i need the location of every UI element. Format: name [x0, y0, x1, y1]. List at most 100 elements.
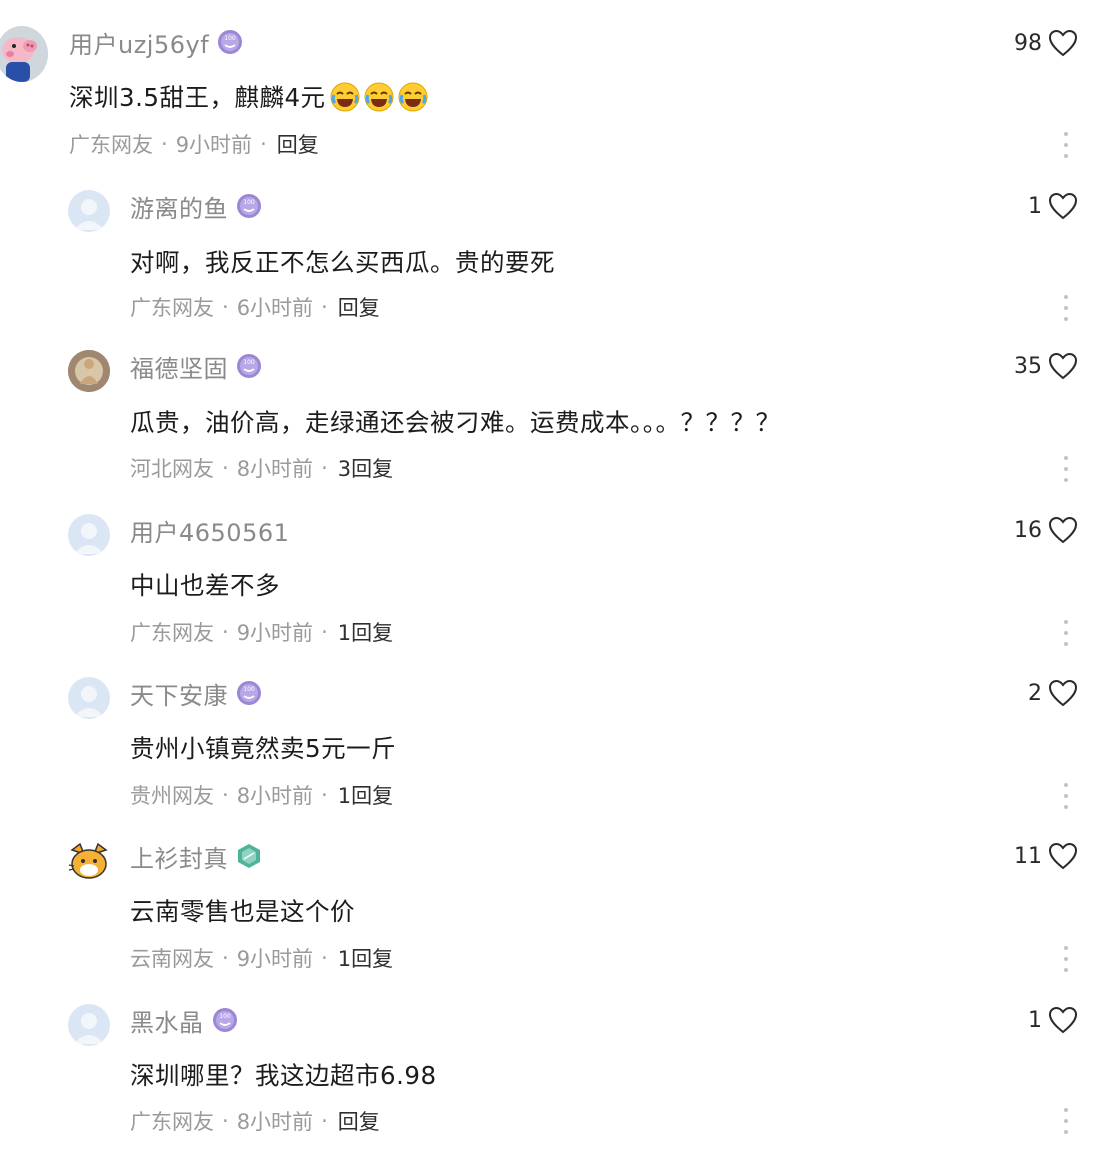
- like-button[interactable]: 11: [1014, 836, 1078, 876]
- more-options-icon[interactable]: [1062, 783, 1070, 809]
- level-badge-icon: 100: [212, 1007, 238, 1033]
- reply-button[interactable]: 3回复: [338, 453, 393, 483]
- level-badge-icon: 100: [236, 193, 262, 219]
- cartoon-cat-avatar-icon: [68, 842, 108, 879]
- meta-separator: ·: [222, 456, 229, 480]
- reply-button[interactable]: 回复: [277, 129, 319, 159]
- timestamp: 8小时前: [236, 784, 314, 808]
- like-button[interactable]: 35: [1014, 346, 1078, 386]
- avatar[interactable]: [68, 677, 110, 719]
- timestamp: 8小时前: [236, 1110, 314, 1134]
- like-count: 35: [1014, 353, 1042, 379]
- like-count: 16: [1014, 517, 1042, 543]
- meta-separator: ·: [222, 946, 229, 970]
- timestamp: 6小时前: [236, 296, 314, 320]
- avatar[interactable]: [68, 514, 110, 556]
- meta-separator: ·: [321, 620, 328, 644]
- username[interactable]: 用户uzj56yf: [69, 25, 209, 60]
- like-count: 1: [1028, 1007, 1042, 1033]
- comment-text: 对啊，我反正不怎么买西瓜。贵的要死: [130, 248, 555, 277]
- svg-text:100: 100: [243, 359, 255, 366]
- username[interactable]: 游离的鱼: [130, 189, 228, 224]
- heart-icon: [1048, 192, 1078, 220]
- laugh-cry-emoji-icon: [398, 82, 428, 112]
- meta-separator: ·: [321, 946, 328, 970]
- svg-text:100: 100: [224, 35, 236, 42]
- location: 河北网友: [130, 457, 214, 481]
- default-avatar-icon: [74, 199, 104, 230]
- comment-meta: 广东网友 · 6小时前 · 回复: [130, 292, 380, 322]
- default-avatar-icon: [74, 686, 104, 717]
- meta-separator: ·: [321, 295, 328, 319]
- avatar[interactable]: [68, 1004, 110, 1046]
- location: 广东网友: [130, 621, 214, 645]
- heart-icon: [1048, 352, 1078, 380]
- level-badge-icon: 100: [236, 680, 262, 706]
- comment-text: 云南零售也是这个价: [130, 897, 355, 926]
- more-options-icon[interactable]: [1062, 1108, 1070, 1134]
- location: 广东网友: [130, 1110, 214, 1134]
- comment-text: 中山也差不多: [130, 571, 280, 600]
- level-badge-icon: [236, 843, 262, 869]
- more-options-icon[interactable]: [1062, 295, 1070, 321]
- like-button[interactable]: 16: [1014, 510, 1078, 550]
- comment-meta: 广东网友 · 8小时前 · 回复: [130, 1106, 380, 1136]
- buddha-statue-avatar-icon: [68, 350, 110, 392]
- like-button[interactable]: 1: [1028, 186, 1078, 226]
- heart-icon: [1048, 679, 1078, 707]
- username[interactable]: 福德坚固: [130, 349, 228, 384]
- meta-separator: ·: [222, 620, 229, 644]
- like-button[interactable]: 2: [1028, 673, 1078, 713]
- like-count: 11: [1014, 843, 1042, 869]
- timestamp: 8小时前: [236, 457, 314, 481]
- username[interactable]: 用户4650561: [130, 513, 289, 548]
- meta-separator: ·: [260, 132, 267, 156]
- laugh-cry-emoji-icon: [330, 82, 360, 112]
- reply-button[interactable]: 回复: [338, 292, 380, 322]
- more-options-icon[interactable]: [1062, 132, 1070, 158]
- timestamp: 9小时前: [236, 947, 314, 971]
- reply-button[interactable]: 1回复: [338, 780, 393, 810]
- meta-separator: ·: [321, 456, 328, 480]
- meta-separator: ·: [222, 1109, 229, 1133]
- comment-text: 深圳哪里？我这边超市6.98: [130, 1061, 437, 1090]
- meta-separator: ·: [161, 132, 168, 156]
- meta-separator: ·: [222, 783, 229, 807]
- meta-separator: ·: [222, 295, 229, 319]
- more-options-icon[interactable]: [1062, 456, 1070, 482]
- heart-icon: [1048, 842, 1078, 870]
- heart-icon: [1048, 516, 1078, 544]
- like-count: 1: [1028, 193, 1042, 219]
- comment-meta: 云南网友 · 9小时前 · 1回复: [130, 943, 393, 973]
- avatar[interactable]: [68, 350, 110, 392]
- like-button[interactable]: 1: [1028, 1000, 1078, 1040]
- reply-button[interactable]: 回复: [338, 1106, 380, 1136]
- svg-text:100: 100: [243, 199, 255, 206]
- meta-separator: ·: [321, 783, 328, 807]
- comment-text: 瓜贵，油价高，走绿通还会被刁难。运费成本。。。？？？？: [130, 408, 781, 437]
- avatar[interactable]: [68, 190, 110, 232]
- more-options-icon[interactable]: [1062, 946, 1070, 972]
- laugh-cry-emoji-icon: [364, 82, 394, 112]
- more-options-icon[interactable]: [1062, 620, 1070, 646]
- comment-meta: 广东网友 · 9小时前 · 1回复: [130, 617, 393, 647]
- username[interactable]: 上衫封真: [130, 839, 228, 874]
- username[interactable]: 天下安康: [130, 676, 228, 711]
- level-badge-icon: 100: [236, 353, 262, 379]
- level-badge-icon: 100: [217, 29, 243, 55]
- heart-icon: [1048, 1006, 1078, 1034]
- location: 贵州网友: [130, 784, 214, 808]
- username[interactable]: 黑水晶: [130, 1003, 204, 1038]
- like-count: 98: [1014, 30, 1042, 56]
- like-count: 2: [1028, 680, 1042, 706]
- meta-separator: ·: [321, 1109, 328, 1133]
- reply-button[interactable]: 1回复: [338, 943, 393, 973]
- avatar[interactable]: [68, 840, 110, 882]
- avatar[interactable]: [0, 26, 48, 82]
- comment-text: 贵州小镇竟然卖5元一斤: [130, 734, 397, 763]
- svg-text:100: 100: [219, 1013, 231, 1020]
- reply-button[interactable]: 1回复: [338, 617, 393, 647]
- like-button[interactable]: 98: [1014, 23, 1078, 63]
- timestamp: 9小时前: [236, 621, 314, 645]
- comment-meta: 广东网友 · 9小时前 · 回复: [69, 129, 319, 159]
